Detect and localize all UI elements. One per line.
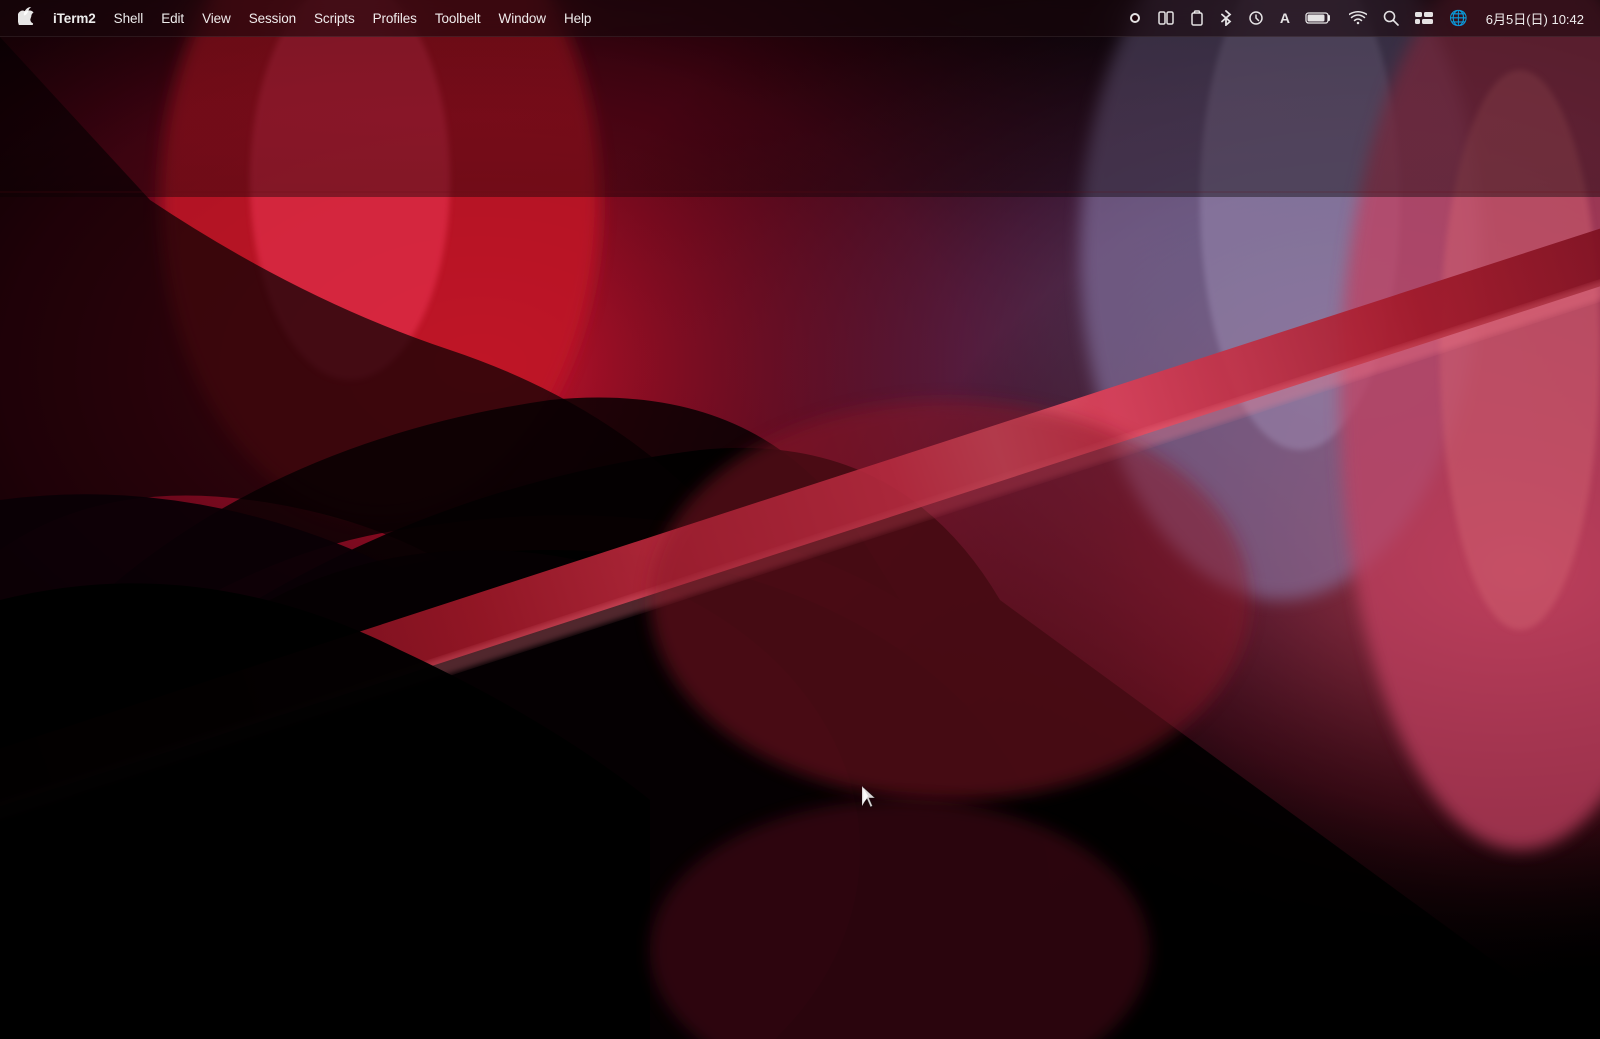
menubar-right: A ⚡ <box>1122 5 1592 32</box>
language-icon[interactable]: 🌐 <box>1443 5 1474 31</box>
control-center-icon[interactable] <box>1409 7 1439 29</box>
menu-profiles[interactable]: Profiles <box>364 7 426 30</box>
search-icon[interactable] <box>1377 6 1405 30</box>
split-view-icon[interactable] <box>1152 7 1180 29</box>
datetime[interactable]: 6月5日(日) 10:42 <box>1478 5 1592 32</box>
svg-text:⚡: ⚡ <box>1332 14 1333 23</box>
apple-menu[interactable] <box>8 3 44 34</box>
record-icon[interactable] <box>1122 7 1148 29</box>
font-icon[interactable]: A <box>1274 6 1295 30</box>
menu-window[interactable]: Window <box>490 7 555 30</box>
app-name[interactable]: iTerm2 <box>44 7 105 30</box>
bluetooth-icon[interactable] <box>1214 6 1238 30</box>
menu-shell[interactable]: Shell <box>105 7 153 30</box>
menu-help[interactable]: Help <box>555 7 600 30</box>
battery-icon[interactable]: ⚡ <box>1299 7 1339 29</box>
menu-toolbelt[interactable]: Toolbelt <box>426 7 490 30</box>
menubar: iTerm2 Shell Edit View Session Scripts P… <box>0 0 1600 37</box>
menu-view[interactable]: View <box>193 7 240 30</box>
screentime-icon[interactable] <box>1242 6 1270 30</box>
menu-session[interactable]: Session <box>240 7 305 30</box>
menu-scripts[interactable]: Scripts <box>305 7 364 30</box>
menu-edit[interactable]: Edit <box>152 7 193 30</box>
wifi-icon[interactable] <box>1343 7 1373 29</box>
menubar-left: iTerm2 Shell Edit View Session Scripts P… <box>8 3 1122 34</box>
clipboard-icon[interactable] <box>1184 6 1210 30</box>
iterm-window <box>0 37 1600 1039</box>
